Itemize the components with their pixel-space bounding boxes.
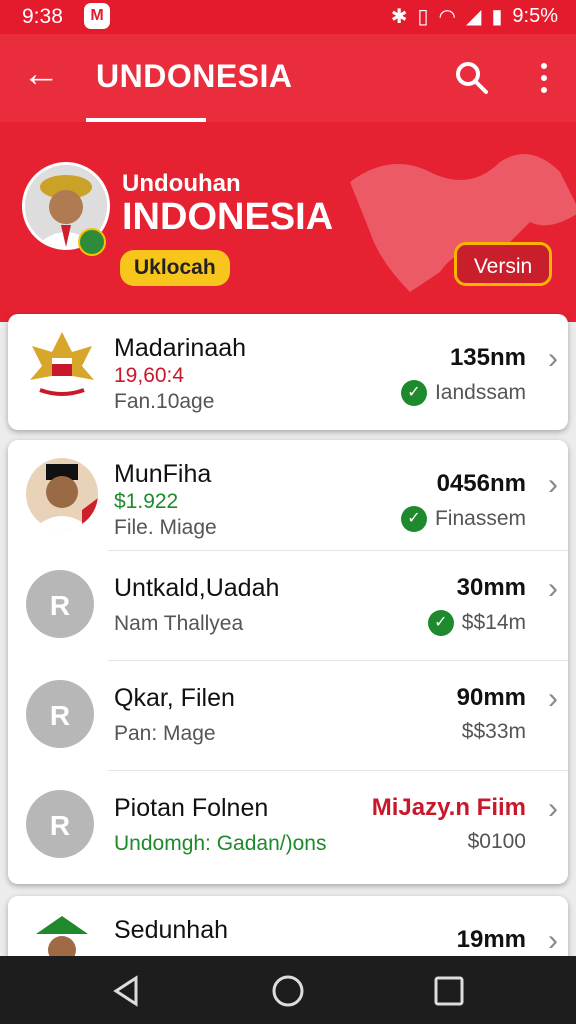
list-card: MunFiha $1.922 File. Miage 0456nm ✓ Fina… (8, 440, 568, 884)
back-nav-icon[interactable] (110, 974, 144, 1008)
item-value: MiJazy.n Fiim (371, 794, 526, 821)
check-icon: ✓ (427, 610, 454, 636)
wifi-icon: ◠ (438, 6, 456, 28)
chevron-right-icon: › (548, 468, 558, 501)
item-caption: File. Miage (114, 516, 217, 539)
check-icon: ✓ (400, 506, 427, 532)
item-value: 30mm (456, 574, 526, 601)
version-button[interactable]: Versin (454, 242, 552, 286)
item-name: Piotan Folnen (114, 794, 269, 822)
hero-title: INDONESIA (122, 196, 334, 238)
verified-badge-icon (78, 228, 106, 256)
chevron-right-icon: › (548, 682, 558, 715)
app-bar: ← UNDONESIA (0, 34, 576, 122)
placeholder-avatar: R (26, 680, 94, 748)
chevron-right-icon: › (548, 572, 558, 605)
item-value: 19mm (456, 926, 526, 953)
item-value: 0456nm (436, 470, 526, 497)
garuda-emblem-icon (30, 332, 94, 396)
item-name: Madarinaah (114, 334, 247, 362)
status-label: $$14m (461, 611, 526, 634)
location-chip[interactable]: Uklocah (120, 250, 230, 286)
item-status: ✓ $$14m (427, 610, 526, 636)
status-bar: 9:38 M ✱ ▯ ◠ ◢ ▮ 9:5% (0, 0, 576, 34)
back-arrow-icon[interactable]: ← (22, 54, 60, 94)
item-status: ✓ Iandssam (400, 380, 526, 406)
list-card: Madarinaah 19,60:4 Fan.10age 135nm ✓ Ian… (8, 314, 568, 430)
item-name: MunFiha (114, 460, 212, 488)
hero-subtitle: Undouhan (122, 170, 241, 197)
item-caption: Pan: Mage (114, 722, 216, 745)
chevron-right-icon: › (548, 924, 558, 957)
item-caption: Nam Thallyea (114, 612, 244, 635)
status-label: $$33m (461, 720, 526, 743)
signal-icon: ◢ (466, 6, 482, 28)
placeholder-avatar: R (26, 790, 94, 858)
status-label: $0100 (467, 830, 526, 853)
item-name: Untkald,Uadah (114, 574, 280, 602)
item-name: Qkar, Filen (114, 684, 235, 712)
check-icon: ✓ (400, 380, 427, 406)
item-status: $$33m (462, 720, 526, 744)
recents-nav-icon[interactable] (432, 974, 466, 1008)
person-avatar (26, 458, 98, 530)
list-item[interactable]: MunFiha $1.922 File. Miage 0456nm ✓ Fina… (8, 440, 568, 550)
search-icon[interactable] (452, 58, 492, 98)
list-item[interactable]: R Piotan Folnen Undomgh: Gadan/)ons MiJa… (8, 770, 568, 880)
item-value: 90mm (456, 684, 526, 711)
item-caption: Undomgh: Gadan/)ons (114, 832, 327, 855)
vibrate-icon: ▯ (417, 6, 429, 28)
item-status: ✓ Finassem (400, 506, 526, 532)
status-label: Iandssam (434, 381, 526, 404)
status-label: Finassem (434, 507, 526, 530)
item-status: $0100 (468, 830, 526, 854)
list-item[interactable]: Madarinaah 19,60:4 Fan.10age 135nm ✓ Ian… (8, 314, 568, 424)
battery-percent: 9:5% (512, 5, 558, 27)
item-caption: Fan.10age (114, 390, 215, 413)
chevron-right-icon: › (548, 342, 558, 375)
system-nav-bar (0, 956, 576, 1024)
item-code: 19,60:4 (114, 364, 185, 387)
item-value: 135nm (449, 344, 526, 371)
bluetooth-icon: ✱ (390, 6, 408, 28)
list-item[interactable]: R Qkar, Filen Pan: Mage 90mm $$33m › (8, 660, 568, 770)
home-nav-icon[interactable] (271, 974, 305, 1008)
item-price: $1.922 (114, 490, 179, 513)
item-name: Sedunhah (114, 916, 229, 944)
chevron-right-icon: › (548, 792, 558, 825)
list-item[interactable]: R Untkald,Uadah Nam Thallyea 30mm ✓ $$14… (8, 550, 568, 660)
map-background-icon (350, 154, 576, 292)
app-title: UNDONESIA (96, 58, 293, 94)
notification-icon: M (84, 3, 110, 29)
placeholder-avatar: R (26, 570, 94, 638)
more-options-icon[interactable] (536, 56, 552, 100)
hero-banner: Undouhan INDONESIA Uklocah Versin (0, 122, 576, 322)
battery-icon: ▮ (491, 6, 503, 28)
status-icons: ✱ ▯ ◠ ◢ ▮ 9:5% (391, 4, 558, 29)
status-time: 9:38 (22, 5, 63, 28)
